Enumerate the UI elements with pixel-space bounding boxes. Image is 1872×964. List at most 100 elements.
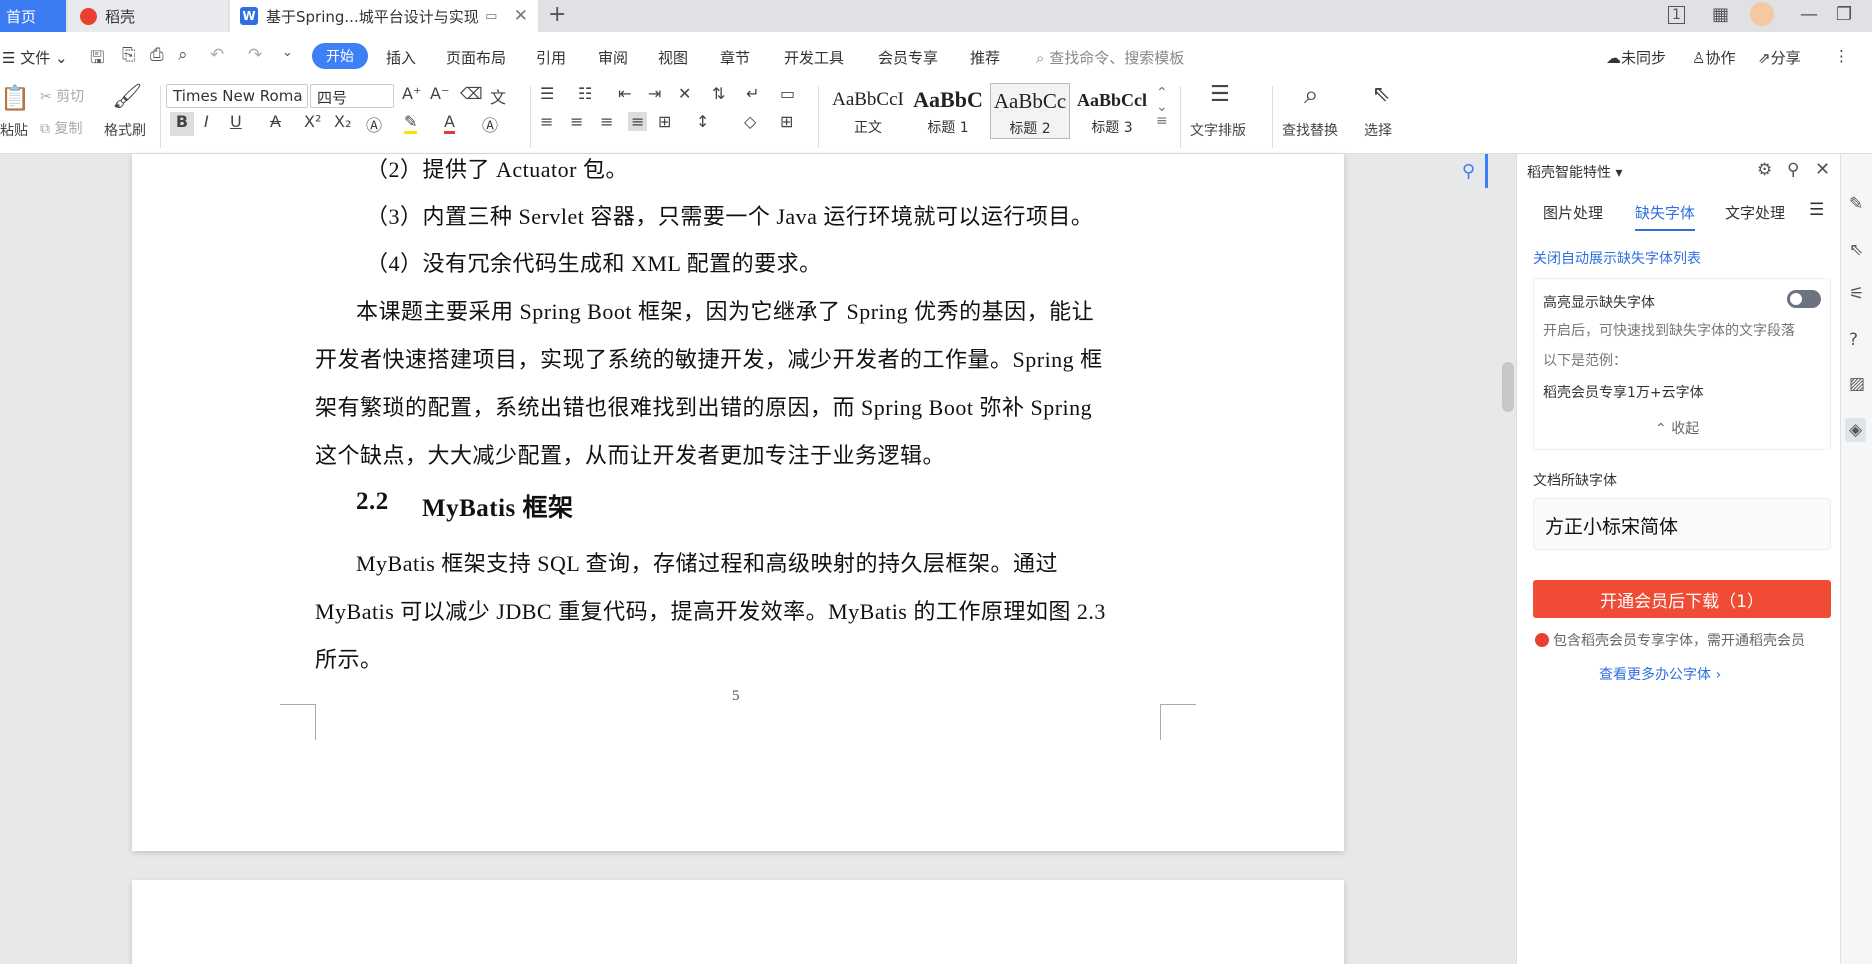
tab-daoke[interactable]: 稻壳: [68, 0, 228, 32]
sort-icon[interactable]: ⇅: [712, 84, 725, 103]
menu-review[interactable]: 审阅: [598, 47, 628, 68]
command-search[interactable]: ⌕ 查找命令、搜索模板: [1036, 47, 1184, 68]
undo-icon[interactable]: ↶: [210, 45, 224, 65]
panel-tab-image[interactable]: 图片处理: [1543, 202, 1603, 223]
cut-button[interactable]: ✂ 剪切: [40, 86, 84, 106]
text-layout-icon[interactable]: ☰: [1210, 82, 1230, 107]
document-page[interactable]: （2）提供了 Actuator 包。 （3）内置三种 Servlet 容器，只需…: [132, 154, 1344, 851]
tab-home[interactable]: 首页: [0, 0, 66, 32]
ruler-icon[interactable]: ▭: [780, 84, 795, 103]
italic-icon[interactable]: I: [204, 112, 209, 131]
vertical-scrollbar[interactable]: [1500, 154, 1516, 964]
chinese-layout-icon[interactable]: ✕: [678, 84, 691, 103]
print-preview-icon[interactable]: ⌕: [178, 45, 188, 65]
format-painter-button[interactable]: 格式刷: [104, 120, 146, 140]
style-normal[interactable]: AaBbCcI 正文: [828, 83, 908, 139]
align-right-icon[interactable]: ≡: [600, 112, 613, 131]
sync-status[interactable]: ☁未同步: [1606, 47, 1666, 68]
copy-button[interactable]: ⧉ 复制: [40, 118, 82, 138]
menu-references[interactable]: 引用: [536, 47, 566, 68]
underline-icon[interactable]: U: [230, 112, 242, 131]
distributed-icon[interactable]: ⊞: [658, 112, 671, 131]
more-menu-icon[interactable]: ⋮: [1834, 47, 1849, 65]
image-icon[interactable]: ▨: [1849, 374, 1865, 394]
show-marks-icon[interactable]: ↵: [746, 84, 759, 103]
pinyin-guide-icon[interactable]: 文: [490, 84, 506, 108]
highlight-icon[interactable]: ✎: [404, 112, 418, 134]
restore-icon[interactable]: ❐: [1836, 4, 1852, 25]
menu-view[interactable]: 视图: [658, 47, 688, 68]
sliders-icon[interactable]: ⚟: [1849, 284, 1864, 304]
shading-icon[interactable]: ◇: [744, 112, 756, 131]
save-icon[interactable]: 🖫: [90, 45, 104, 74]
highlight-toggle[interactable]: [1787, 290, 1821, 308]
superscript-icon[interactable]: X²: [304, 112, 321, 131]
style-heading-3[interactable]: AaBbCcl 标题 3: [1072, 83, 1152, 139]
strikethrough-icon[interactable]: A: [270, 112, 281, 131]
tab-window-icon[interactable]: ▭: [485, 9, 497, 24]
file-menu[interactable]: ☰ 文件 ⌄: [2, 47, 68, 68]
text-layout-button[interactable]: 文字排版: [1190, 120, 1246, 140]
pin-icon[interactable]: ⚲: [1787, 160, 1799, 180]
more-fonts-link[interactable]: 查看更多办公字体 ›: [1599, 664, 1721, 684]
bullet-list-icon[interactable]: ☰: [540, 84, 554, 103]
tab-document[interactable]: W 基于Spring...城平台设计与实现 ▭ ✕: [230, 0, 538, 32]
close-auto-show-link[interactable]: 关闭自动展示缺失字体列表: [1533, 248, 1701, 268]
text-effect-icon[interactable]: Ⓐ: [366, 112, 382, 136]
cursor-icon[interactable]: ⇖: [1849, 240, 1863, 260]
font-shrink-icon[interactable]: A⁻: [430, 84, 449, 103]
panel-menu-icon[interactable]: ☰: [1809, 200, 1824, 220]
subscript-icon[interactable]: X₂: [334, 112, 351, 131]
quick-access-more-icon[interactable]: ⌄: [282, 45, 293, 60]
char-shading-icon[interactable]: Ⓐ: [482, 112, 498, 136]
font-grow-icon[interactable]: A⁺: [402, 84, 421, 103]
format-painter-icon[interactable]: 🖌: [112, 82, 142, 110]
font-name-select[interactable]: Times New Roma: [166, 84, 308, 108]
line-spacing-icon[interactable]: ↕: [696, 112, 709, 131]
paste-button[interactable]: 粘贴: [0, 120, 28, 140]
align-left-icon[interactable]: ≡: [540, 112, 553, 131]
panel-tab-text[interactable]: 文字处理: [1725, 202, 1785, 223]
bold-icon[interactable]: B: [170, 112, 194, 136]
document-canvas[interactable]: （2）提供了 Actuator 包。 （3）内置三种 Servlet 容器，只需…: [0, 154, 1500, 964]
numbered-list-icon[interactable]: ☷: [578, 84, 592, 103]
help-icon[interactable]: ?: [1849, 330, 1858, 350]
collab-button[interactable]: ♙协作: [1692, 47, 1735, 68]
document-page-next[interactable]: [132, 880, 1344, 964]
print-icon[interactable]: ⎙: [150, 45, 164, 65]
increase-indent-icon[interactable]: ⇥: [648, 84, 661, 103]
font-color-icon[interactable]: A: [444, 112, 455, 134]
justify-icon[interactable]: ≡: [628, 112, 648, 131]
location-pin-icon[interactable]: ⚲: [1452, 154, 1488, 188]
menu-member[interactable]: 会员专享: [878, 47, 938, 68]
menu-start[interactable]: 开始: [312, 43, 368, 69]
collapse-button[interactable]: ⌃ 收起: [1655, 418, 1699, 438]
settings-icon[interactable]: ⚙: [1757, 160, 1772, 180]
paste-icon[interactable]: 📋: [0, 84, 30, 112]
panel-title[interactable]: 稻壳智能特性 ▾: [1527, 162, 1622, 182]
style-heading-2[interactable]: AaBbCc 标题 2: [990, 83, 1070, 139]
scrollbar-thumb[interactable]: [1502, 362, 1514, 412]
tab-close-icon[interactable]: ✕: [514, 6, 528, 26]
window-layout-icon[interactable]: 1: [1668, 6, 1685, 24]
font-size-select[interactable]: 四号: [310, 84, 394, 108]
share-button[interactable]: ⇗分享: [1758, 47, 1801, 68]
menu-recommend[interactable]: 推荐: [970, 47, 1000, 68]
clear-format-icon[interactable]: ⌫: [460, 84, 483, 103]
minimize-icon[interactable]: —: [1800, 4, 1818, 25]
border-icon[interactable]: ⊞: [780, 112, 793, 131]
grid-apps-icon[interactable]: ▦: [1712, 4, 1729, 25]
find-icon[interactable]: ⌕: [1304, 80, 1319, 111]
redo-icon[interactable]: ↷: [248, 45, 262, 65]
smart-feature-icon[interactable]: ◈: [1845, 418, 1867, 442]
avatar[interactable]: [1750, 2, 1774, 26]
decrease-indent-icon[interactable]: ⇤: [618, 84, 631, 103]
panel-close-icon[interactable]: ✕: [1815, 159, 1830, 180]
menu-page-layout[interactable]: 页面布局: [446, 47, 506, 68]
new-tab-button[interactable]: +: [548, 2, 566, 27]
style-scroll-icon[interactable]: ⌃ ⌄ ≡: [1156, 86, 1168, 128]
menu-section[interactable]: 章节: [720, 47, 750, 68]
pen-icon[interactable]: ✎: [1849, 194, 1863, 214]
menu-developer[interactable]: 开发工具: [784, 47, 844, 68]
select-button[interactable]: 选择: [1364, 120, 1392, 140]
